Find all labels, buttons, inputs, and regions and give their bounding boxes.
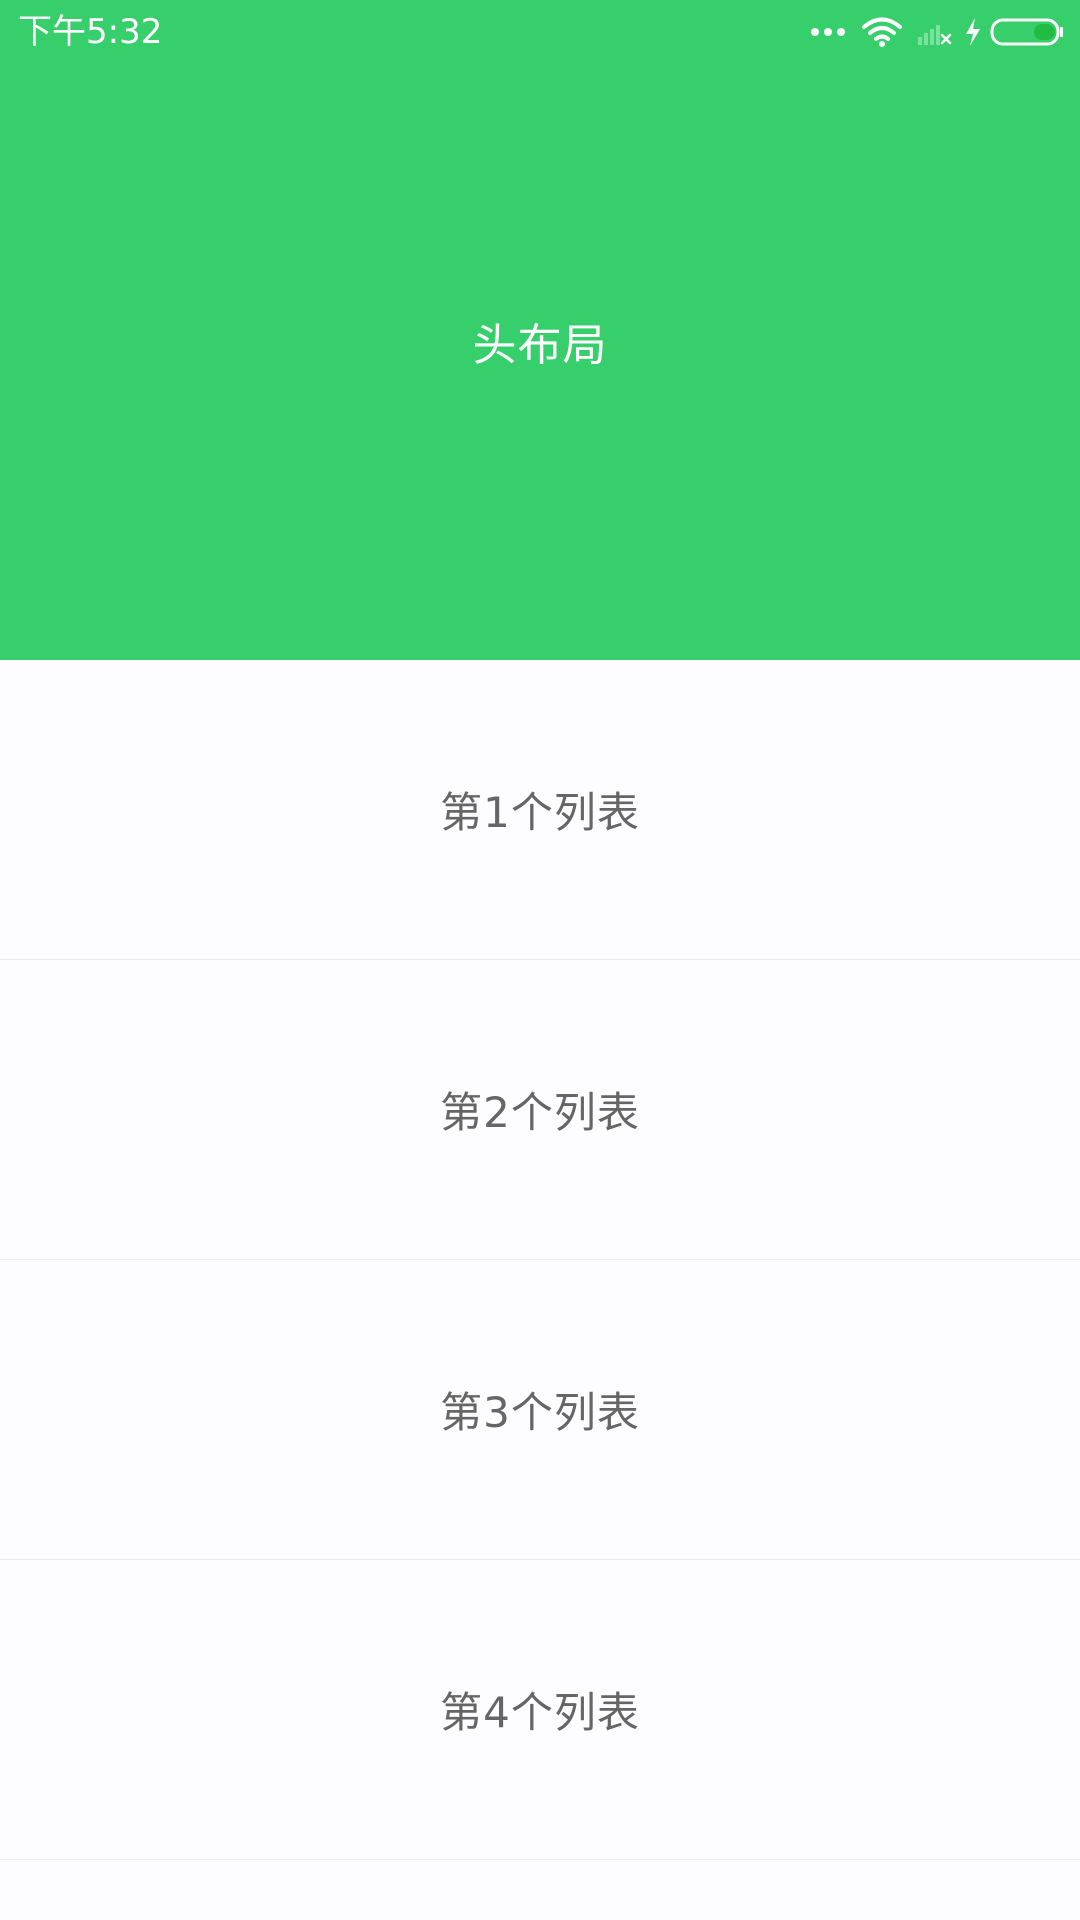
list-item-label: 第3个列表 xyxy=(440,1388,640,1437)
more-dots-icon xyxy=(811,28,845,36)
battery-icon xyxy=(990,18,1063,46)
wifi-icon xyxy=(862,17,902,47)
charging-bolt-icon xyxy=(966,18,980,46)
list-item[interactable]: 第1个列表 xyxy=(0,660,1080,960)
app-screen: 头布局 下午5:32 第1个列表 第2个列表 第3个列表 第4个列表 xyxy=(0,0,1080,1920)
signal-off-icon xyxy=(918,25,952,45)
list-item-label: 第1个列表 xyxy=(440,788,640,837)
list-view[interactable]: 第1个列表 第2个列表 第3个列表 第4个列表 xyxy=(0,660,1080,1860)
status-bar: 下午5:32 xyxy=(0,0,1080,64)
list-item-label: 第2个列表 xyxy=(440,1088,640,1137)
header-title: 头布局 xyxy=(472,320,608,371)
list-item[interactable]: 第4个列表 xyxy=(0,1560,1080,1860)
header-layout: 头布局 xyxy=(0,0,1080,660)
list-item-label: 第4个列表 xyxy=(440,1688,640,1737)
list-item[interactable]: 第3个列表 xyxy=(0,1260,1080,1560)
status-icons xyxy=(810,14,1064,50)
list-item[interactable]: 第2个列表 xyxy=(0,960,1080,1260)
status-time: 下午5:32 xyxy=(18,12,163,52)
